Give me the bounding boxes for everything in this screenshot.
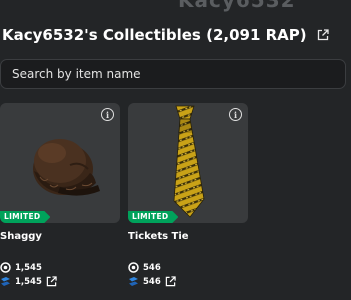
- rolimons-icon: [0, 276, 11, 287]
- value-amount: 1,545: [15, 276, 42, 287]
- title-row: Kacy6532's Collectibles (2,091 RAP): [2, 26, 329, 44]
- limited-badge: LIMITED: [128, 211, 179, 223]
- rap-value: 546: [143, 262, 161, 273]
- info-icon[interactable]: i: [101, 108, 114, 121]
- item-thumbnail[interactable]: i LIMITED: [0, 103, 120, 223]
- tickets-tie-image: [173, 105, 205, 218]
- collectibles-page: Kacy6532 Kacy6532's Collectibles (2,091 …: [0, 0, 351, 300]
- external-link-icon[interactable]: [165, 276, 176, 287]
- collectible-card[interactable]: i LIMITED Tickets Tie 546 546: [128, 103, 248, 287]
- robux-icon: [128, 262, 139, 273]
- item-name[interactable]: Tickets Tie: [128, 231, 189, 242]
- robux-icon: [0, 262, 11, 273]
- shaggy-hair-image: [33, 139, 100, 196]
- item-rap: 1,545: [0, 262, 42, 273]
- external-link-icon[interactable]: [46, 276, 57, 287]
- collectible-card[interactable]: i LIMITED Shaggy 1,545 1,545: [0, 103, 120, 287]
- value-amount: 546: [143, 276, 161, 287]
- item-rap: 546: [128, 262, 161, 273]
- limited-badge: LIMITED: [0, 211, 51, 223]
- external-link-icon[interactable]: [317, 29, 329, 41]
- search-box[interactable]: [0, 59, 346, 89]
- item-value: 1,545: [0, 276, 57, 287]
- item-name[interactable]: Shaggy: [0, 231, 42, 242]
- item-thumbnail[interactable]: i LIMITED: [128, 103, 248, 223]
- profile-username-partial: Kacy6532: [178, 0, 296, 12]
- search-input[interactable]: [12, 67, 332, 81]
- page-title: Kacy6532's Collectibles (2,091 RAP): [2, 26, 307, 44]
- rap-value: 1,545: [15, 262, 42, 273]
- info-icon[interactable]: i: [229, 108, 242, 121]
- rolimons-icon: [128, 276, 139, 287]
- item-value: 546: [128, 276, 176, 287]
